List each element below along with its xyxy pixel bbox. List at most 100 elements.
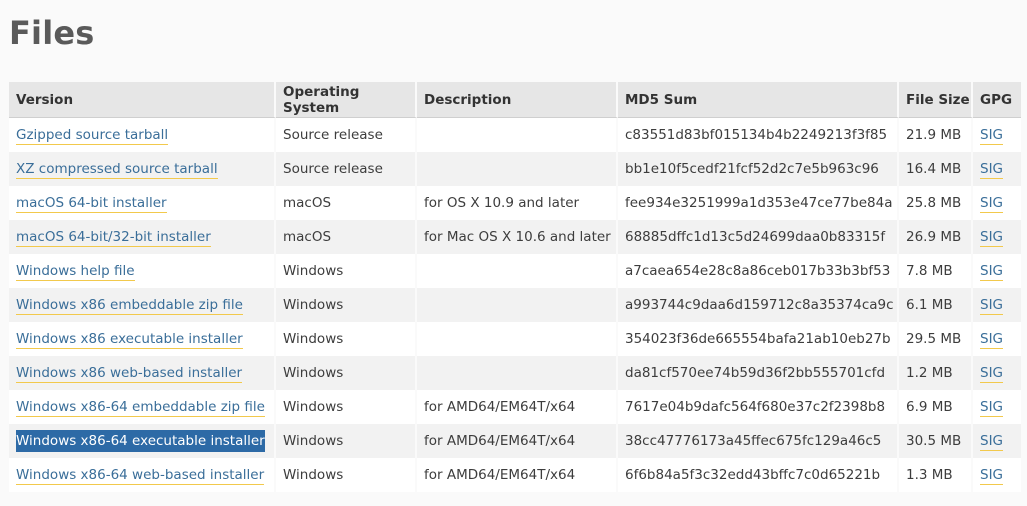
version-cell: Windows x86-64 web-based installer [9, 458, 276, 492]
table-row: Windows x86-64 executable installer Windo… [9, 424, 1021, 458]
os-cell: Windows [276, 288, 417, 322]
table-row: Gzipped source tarball Source release c835… [9, 118, 1021, 152]
version-cell: macOS 64-bit/32-bit installer [9, 220, 276, 254]
download-link[interactable]: XZ compressed source tarball [16, 161, 218, 179]
description-cell: for AMD64/EM64T/x64 [417, 390, 618, 424]
description-cell [417, 118, 618, 152]
file-size-cell: 6.9 MB [899, 390, 973, 424]
header-version: Version [9, 82, 276, 118]
description-cell [417, 288, 618, 322]
os-cell: Windows [276, 390, 417, 424]
download-link[interactable]: Windows help file [16, 263, 135, 281]
files-page: Files Version Operating System Descripti… [0, 0, 1027, 506]
version-cell: Windows x86-64 embeddable zip file [9, 390, 276, 424]
header-md5-sum: MD5 Sum [618, 82, 899, 118]
sig-link[interactable]: SIG [980, 161, 1004, 179]
file-size-cell: 7.8 MB [899, 254, 973, 288]
description-cell [417, 152, 618, 186]
description-cell: for AMD64/EM64T/x64 [417, 458, 618, 492]
table-row: Windows x86 executable installer Windows 3… [9, 322, 1021, 356]
table-row: Windows x86-64 embeddable zip file Window… [9, 390, 1021, 424]
header-operating-system: Operating System [276, 82, 417, 118]
os-cell: macOS [276, 220, 417, 254]
gpg-cell: SIG [973, 458, 1021, 492]
description-cell: for AMD64/EM64T/x64 [417, 424, 618, 458]
sig-link[interactable]: SIG [980, 467, 1004, 485]
header-description: Description [417, 82, 618, 118]
page-title: Files [9, 14, 95, 52]
md5-cell: c83551d83bf015134b4b2249213f3f85 [618, 118, 899, 152]
table-row: Windows x86 web-based installer Windows da… [9, 356, 1021, 390]
gpg-cell: SIG [973, 390, 1021, 424]
download-link[interactable]: Windows x86 embeddable zip file [16, 297, 243, 315]
sig-link[interactable]: SIG [980, 365, 1004, 383]
download-link[interactable]: Windows x86-64 web-based installer [16, 467, 265, 485]
download-link[interactable]: Gzipped source tarball [16, 127, 169, 145]
download-link[interactable]: Windows x86-64 embeddable zip file [16, 399, 265, 417]
version-cell: macOS 64-bit installer [9, 186, 276, 220]
os-cell: Windows [276, 424, 417, 458]
md5-cell: 7617e04b9dafc564f680e37c2f2398b8 [618, 390, 899, 424]
md5-cell: 6f6b84a5f3c32edd43bffc7c0d65221b [618, 458, 899, 492]
sig-link[interactable]: SIG [980, 297, 1004, 315]
table-row: Windows help file Windows a7caea654e28c8a8… [9, 254, 1021, 288]
table-row: Windows x86-64 web-based installer Window… [9, 458, 1021, 492]
gpg-cell: SIG [973, 220, 1021, 254]
md5-cell: a993744c9daa6d159712c8a35374ca9c [618, 288, 899, 322]
table-header: Version Operating System Description MD5… [9, 82, 1021, 118]
table-body: Gzipped source tarball Source release c835… [9, 118, 1021, 492]
header-row: Version Operating System Description MD5… [9, 82, 1021, 118]
version-cell: Windows x86 embeddable zip file [9, 288, 276, 322]
sig-link[interactable]: SIG [980, 127, 1004, 145]
table-row: macOS 64-bit installer macOS for OS X 10.9… [9, 186, 1021, 220]
version-cell: Gzipped source tarball [9, 118, 276, 152]
gpg-cell: SIG [973, 254, 1021, 288]
md5-cell: bb1e10f5cedf21fcf52d2c7e5b963c96 [618, 152, 899, 186]
sig-link[interactable]: SIG [980, 331, 1004, 349]
version-cell: Windows x86 executable installer [9, 322, 276, 356]
file-size-cell: 25.8 MB [899, 186, 973, 220]
gpg-cell: SIG [973, 356, 1021, 390]
md5-cell: 68885dffc1d13c5d24699daa0b83315f [618, 220, 899, 254]
download-link[interactable]: macOS 64-bit installer [16, 195, 167, 213]
table-row: macOS 64-bit/32-bit installer macOS for Ma… [9, 220, 1021, 254]
download-link[interactable]: Windows x86 executable installer [16, 331, 243, 349]
file-size-cell: 26.9 MB [899, 220, 973, 254]
sig-link[interactable]: SIG [980, 399, 1004, 417]
file-size-cell: 6.1 MB [899, 288, 973, 322]
gpg-cell: SIG [973, 322, 1021, 356]
file-size-cell: 21.9 MB [899, 118, 973, 152]
description-cell: for Mac OS X 10.6 and later [417, 220, 618, 254]
file-size-cell: 29.5 MB [899, 322, 973, 356]
file-size-cell: 30.5 MB [899, 424, 973, 458]
os-cell: macOS [276, 186, 417, 220]
file-size-cell: 16.4 MB [899, 152, 973, 186]
download-link[interactable]: macOS 64-bit/32-bit installer [16, 229, 211, 247]
gpg-cell: SIG [973, 152, 1021, 186]
description-cell [417, 322, 618, 356]
sig-link[interactable]: SIG [980, 433, 1004, 451]
download-link[interactable]: Windows x86-64 executable installer [16, 430, 265, 452]
os-cell: Windows [276, 458, 417, 492]
os-cell: Source release [276, 152, 417, 186]
sig-link[interactable]: SIG [980, 229, 1004, 247]
gpg-cell: SIG [973, 118, 1021, 152]
version-cell: Windows help file [9, 254, 276, 288]
gpg-cell: SIG [973, 186, 1021, 220]
files-table: Version Operating System Description MD5… [9, 82, 1021, 492]
version-cell: XZ compressed source tarball [9, 152, 276, 186]
sig-link[interactable]: SIG [980, 195, 1004, 213]
os-cell: Windows [276, 356, 417, 390]
description-cell: for OS X 10.9 and later [417, 186, 618, 220]
version-cell: Windows x86 web-based installer [9, 356, 276, 390]
description-cell [417, 356, 618, 390]
os-cell: Windows [276, 254, 417, 288]
download-link[interactable]: Windows x86 web-based installer [16, 365, 243, 383]
table-row: XZ compressed source tarball Source relea… [9, 152, 1021, 186]
sig-link[interactable]: SIG [980, 263, 1004, 281]
md5-cell: fee934e3251999a1d353e47ce77be84a [618, 186, 899, 220]
header-file-size: File Size [899, 82, 973, 118]
md5-cell: 38cc47776173a45ffec675fc129a46c5 [618, 424, 899, 458]
file-size-cell: 1.3 MB [899, 458, 973, 492]
table-row: Windows x86 embeddable zip file Windows a9… [9, 288, 1021, 322]
